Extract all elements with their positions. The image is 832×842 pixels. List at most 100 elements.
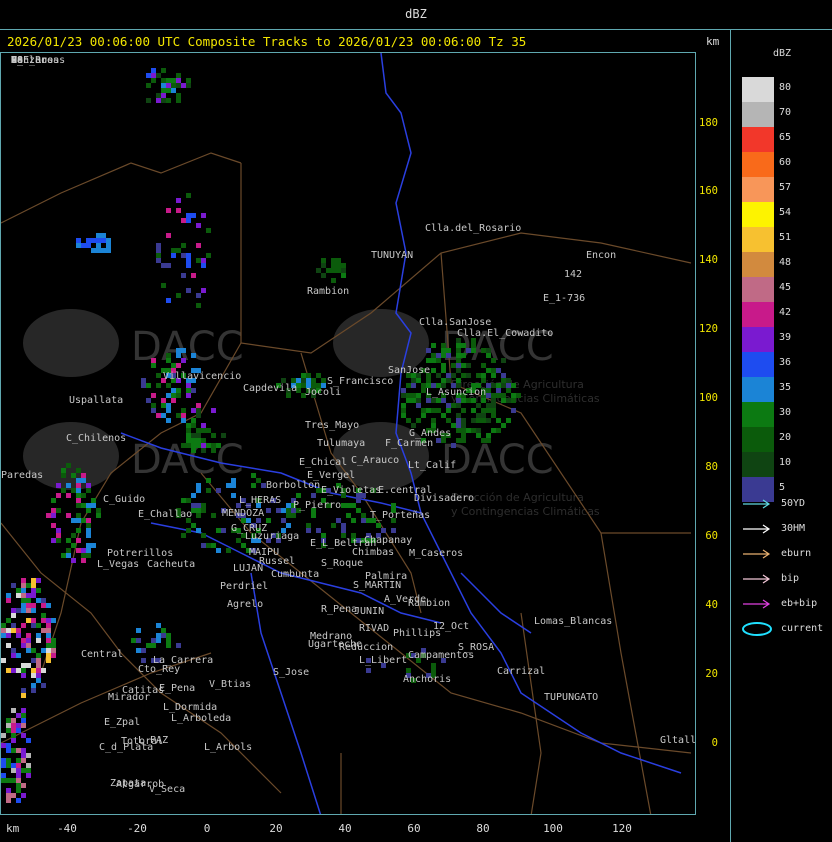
legend-value: 65 (779, 132, 792, 143)
x-tick-label: 80 (476, 822, 490, 835)
place-label: 40 (11, 55, 23, 66)
place-label: T_Porteñas (370, 510, 430, 521)
place-label: C_Chilenos (66, 433, 126, 444)
track-arrow-icon (743, 599, 771, 609)
current-ellipse-icon (742, 622, 772, 636)
legend-value: 80 (779, 82, 792, 93)
track-arrow-icon (743, 549, 771, 559)
place-label: LUJAN (233, 563, 263, 574)
place-label: L_Dormida (163, 702, 217, 713)
y-tick-label: 20 (705, 668, 718, 680)
y-tick-label: 40 (705, 599, 718, 611)
place-label: Divisadero (414, 493, 474, 504)
legend-value: 57 (779, 182, 792, 193)
place-label: Agrelo (227, 599, 263, 610)
place-label: Perdriel (220, 581, 268, 592)
y-tick-label: 0 (711, 737, 718, 749)
y-tick-label: 100 (699, 392, 718, 404)
place-label: L_Arboleda (171, 713, 231, 724)
place-label: Rambion (408, 598, 450, 609)
place-label: Tulumaya (317, 438, 365, 449)
legend-swatch (742, 352, 774, 377)
track-legend-item: current (741, 622, 831, 636)
radar-map[interactable]: DACC DACC Dirección de Agricultura y Con… (0, 52, 696, 815)
track-legend-item: bip (741, 572, 831, 586)
place-label: V_Seca (149, 784, 185, 795)
place-label: E_Pena (159, 683, 195, 694)
place-label: C_Guido (103, 494, 145, 505)
place-label: C_Arauco (351, 455, 399, 466)
legend-swatch (742, 152, 774, 177)
place-label: Campamentos (408, 650, 474, 661)
svg-text:DACC: DACC (441, 437, 554, 483)
place-label: Paredas (1, 470, 43, 481)
place-label: L_Libert (359, 655, 407, 666)
window-title-bar: dBZ (0, 0, 832, 30)
place-label: E_Violetas (321, 485, 381, 496)
place-label: P_Pierro (293, 500, 341, 511)
legend-swatch (742, 177, 774, 202)
place-label: JUNIN (354, 606, 384, 617)
y-tick-label: 160 (699, 185, 718, 197)
track-arrow-icon (743, 574, 771, 584)
place-label: Clla.del_Rosario (425, 223, 521, 234)
legend-swatch (742, 277, 774, 302)
map-canvas: DACC DACC Dirección de Agricultura y Con… (1, 53, 695, 814)
place-label: E_Challao (138, 509, 192, 520)
place-label: S_Francisco (327, 376, 393, 387)
track-arrow-icon (743, 499, 771, 509)
place-label: Russel (259, 556, 295, 567)
legend-swatch (742, 452, 774, 477)
place-label: Luzuriaga (245, 531, 299, 542)
legend-value: 20 (779, 432, 792, 443)
legend-swatch (742, 327, 774, 352)
legend-value: 51 (779, 232, 792, 243)
track-arrow-icon (743, 524, 771, 534)
place-label: Anchoris (403, 674, 451, 685)
place-label: F_Carmen (385, 438, 433, 449)
place-label: Rambion (307, 286, 349, 297)
svg-text:DACC: DACC (131, 324, 244, 370)
y-tick-label: 140 (699, 254, 718, 266)
legend-value: 36 (779, 357, 792, 368)
place-label: V_Btias (209, 679, 251, 690)
legend-swatch (742, 102, 774, 127)
y-axis: 180 160 140 120 100 80 60 40 20 0 (696, 52, 730, 815)
place-label: Reduccion (339, 642, 393, 653)
place-label: SanJose (388, 365, 430, 376)
legend-value: 60 (779, 157, 792, 168)
track-legend-label: eb+bip (781, 598, 818, 609)
legend-swatch (742, 127, 774, 152)
window-title: dBZ (405, 7, 427, 21)
place-label: Cumbunta (271, 569, 319, 580)
x-tick-label: 40 (338, 822, 352, 835)
track-legend-item: 30HM (741, 522, 831, 536)
place-label: Encon (586, 250, 616, 261)
legend-swatch (742, 377, 774, 402)
place-label: L_Vegas (97, 559, 139, 570)
track-legend-item: 50YD (741, 497, 831, 511)
svg-text:y Contingencias Climáticas: y Contingencias Climáticas (451, 505, 600, 518)
legend-panel: dBZ 80 70 65 60 57 54 51 48 45 42 39 36 35 30 20 10 5 50Y… (730, 30, 832, 842)
legend-swatch (742, 427, 774, 452)
place-label: E_1-736 (543, 293, 585, 304)
km-unit-top: km (706, 35, 720, 48)
legend-value: 5 (779, 482, 786, 493)
place-label: Cto_Rey (138, 664, 180, 675)
place-label: TUPUNGATO (544, 692, 598, 703)
legend-swatch (742, 252, 774, 277)
place-label: TUNUYAN (371, 250, 413, 261)
y-tick-label: 80 (705, 461, 718, 473)
x-tick-label: 20 (269, 822, 283, 835)
place-label: M_Caseros (409, 548, 463, 559)
legend-value: 42 (779, 307, 792, 318)
place-label: Phillips (393, 628, 441, 639)
place-label: Lt_Calif (408, 460, 456, 471)
legend-swatch (742, 227, 774, 252)
track-legend-item: eb+bip (741, 597, 831, 611)
legend-value: 30 (779, 407, 792, 418)
track-legend-label: 30HM (781, 523, 806, 534)
track-legend-item: eburn (741, 547, 831, 561)
x-tick-label: -40 (57, 822, 77, 835)
place-label: 142 (564, 269, 582, 280)
